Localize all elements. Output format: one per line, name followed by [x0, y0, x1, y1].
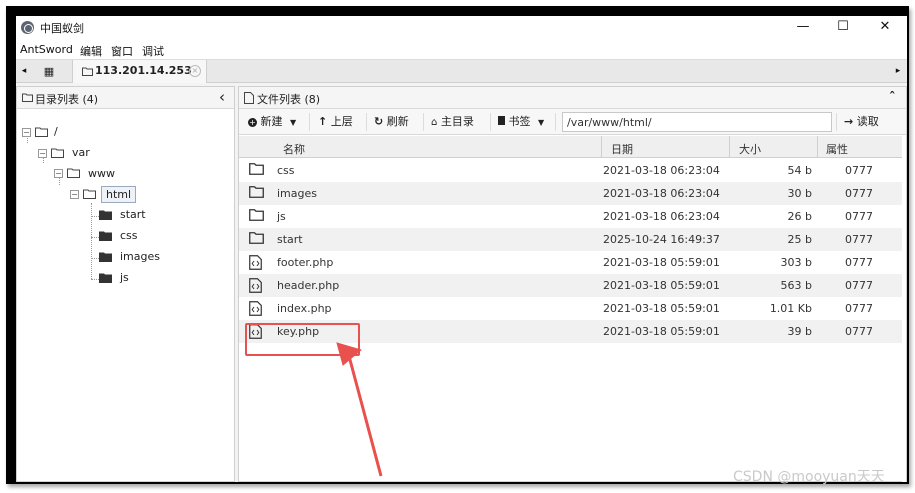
- annotation-arrow: [336, 342, 383, 477]
- watermark-text: CSDN @mooyuan天天: [733, 469, 885, 485]
